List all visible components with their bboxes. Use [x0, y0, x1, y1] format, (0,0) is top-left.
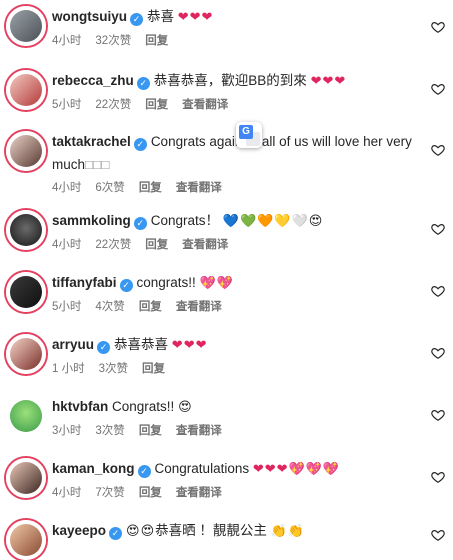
heart-outline-icon[interactable]	[431, 528, 445, 542]
unsupported-glyphs: □□□	[85, 157, 110, 172]
comment-text: Congratulations	[154, 461, 250, 476]
comment-time: 5小时	[52, 301, 82, 313]
comment-time: 5小时	[52, 99, 82, 111]
comment-time: 3小时	[52, 425, 82, 437]
comment-text-continued: much	[52, 157, 86, 172]
comment-text: 恭喜	[147, 9, 174, 24]
reply-button[interactable]: 回复	[142, 363, 165, 375]
avatar[interactable]	[6, 458, 46, 498]
comment-likes[interactable]: 22次赞	[95, 99, 131, 111]
heart-outline-icon[interactable]	[431, 20, 445, 34]
comment-likes[interactable]: 7次赞	[95, 487, 124, 499]
avatar[interactable]	[6, 272, 46, 312]
verified-badge-icon: ✓	[119, 279, 133, 292]
verified-badge-icon: ✓	[133, 217, 147, 230]
comment-emoji: 💖💖	[199, 276, 234, 291]
comment-likes[interactable]: 4次赞	[95, 301, 124, 313]
comment-time: 4小时	[52, 35, 82, 47]
translate-glyph: G	[239, 125, 253, 139]
comment-text: Congrats again	[150, 134, 243, 149]
heart-outline-icon[interactable]	[431, 408, 445, 422]
verified-badge-icon: ✓	[136, 77, 150, 90]
comment-text-continued: all of us will love her very	[261, 134, 412, 149]
comment-username[interactable]: hktvbfan	[52, 399, 108, 414]
verified-badge-icon: ✓	[133, 138, 147, 151]
see-translation-button[interactable]: 查看翻译	[176, 301, 222, 313]
verified-badge-icon: ✓	[97, 341, 111, 354]
google-translate-icon[interactable]: G	[236, 122, 262, 148]
verified-badge-icon: ✓	[130, 13, 143, 26]
avatar[interactable]	[6, 6, 46, 46]
comment-emoji: 💙💚🧡💛🤍😍	[222, 214, 324, 229]
reply-button[interactable]: 回复	[139, 487, 162, 499]
comment-emoji: 😍😍	[126, 524, 156, 539]
see-translation-button[interactable]: 查看翻译	[176, 425, 222, 437]
comment-username[interactable]: kaman_kong	[52, 461, 135, 476]
comment-text: Congrats！	[150, 213, 220, 228]
reply-button[interactable]: 回复	[139, 425, 162, 437]
comment-text: 恭喜晒 ！靚靚公主	[155, 523, 267, 538]
avatar[interactable]	[6, 210, 46, 250]
comment-time: 1 小时	[52, 363, 85, 375]
comment-emoji: ❤❤❤💖💖💖	[252, 462, 341, 477]
comment-text: Congrats!!	[112, 399, 175, 414]
comment-text: 恭喜恭喜，歡迎BB的到來	[153, 73, 307, 88]
comment-likes[interactable]: 6次赞	[95, 182, 124, 194]
see-translation-button[interactable]: 查看翻译	[182, 239, 228, 251]
verified-badge-icon: ✓	[109, 527, 123, 540]
comment-username[interactable]: kayeepo	[52, 523, 106, 538]
heart-outline-icon[interactable]	[431, 143, 445, 157]
see-translation-button[interactable]: 查看翻译	[176, 182, 222, 194]
see-translation-button[interactable]: 查看翻译	[176, 487, 222, 499]
comment-likes[interactable]: 22次赞	[95, 239, 131, 251]
comment-likes[interactable]: 3次赞	[95, 425, 124, 437]
comment-time: 4小时	[52, 182, 82, 194]
comment-likes[interactable]: 3次赞	[99, 363, 128, 375]
comment-emoji: ❤❤❤	[177, 10, 214, 25]
reply-button[interactable]: 回复	[139, 182, 162, 194]
comment-emoji: ❤❤❤	[171, 338, 208, 353]
avatar[interactable]	[6, 334, 46, 374]
comment-time: 4小时	[52, 487, 82, 499]
reply-button[interactable]: 回复	[145, 35, 168, 47]
comment-text: 恭喜恭喜	[114, 337, 169, 352]
comment-username[interactable]: taktakrachel	[52, 134, 131, 149]
heart-outline-icon[interactable]	[431, 82, 445, 96]
comment-text: congrats!!	[136, 275, 196, 290]
avatar[interactable]	[6, 131, 46, 171]
heart-outline-icon[interactable]	[431, 222, 445, 236]
heart-outline-icon[interactable]	[431, 284, 445, 298]
reply-button[interactable]: 回复	[145, 99, 168, 111]
heart-outline-icon[interactable]	[431, 470, 445, 484]
heart-outline-icon[interactable]	[431, 346, 445, 360]
reply-button[interactable]: 回复	[145, 239, 168, 251]
comment-emoji: 😍	[178, 400, 193, 415]
comment-username[interactable]: tiffanyfabi	[52, 275, 117, 290]
comment-username[interactable]: wongtsuiyu	[52, 9, 127, 24]
reply-button[interactable]: 回复	[139, 301, 162, 313]
comment-emoji: 👏👏	[270, 524, 306, 539]
comment-emoji: ❤❤❤	[310, 74, 347, 89]
avatar[interactable]	[6, 70, 46, 110]
verified-badge-icon: ✓	[137, 465, 151, 478]
see-translation-button[interactable]: 查看翻译	[182, 99, 228, 111]
comment-likes[interactable]: 32次赞	[95, 35, 131, 47]
avatar[interactable]	[6, 520, 46, 560]
comment-time: 4小时	[52, 239, 82, 251]
comment-username[interactable]: arryuu	[52, 337, 94, 352]
avatar[interactable]	[6, 396, 46, 436]
comment-username[interactable]: sammkoling	[52, 213, 131, 228]
comment-username[interactable]: rebecca_zhu	[52, 73, 134, 88]
